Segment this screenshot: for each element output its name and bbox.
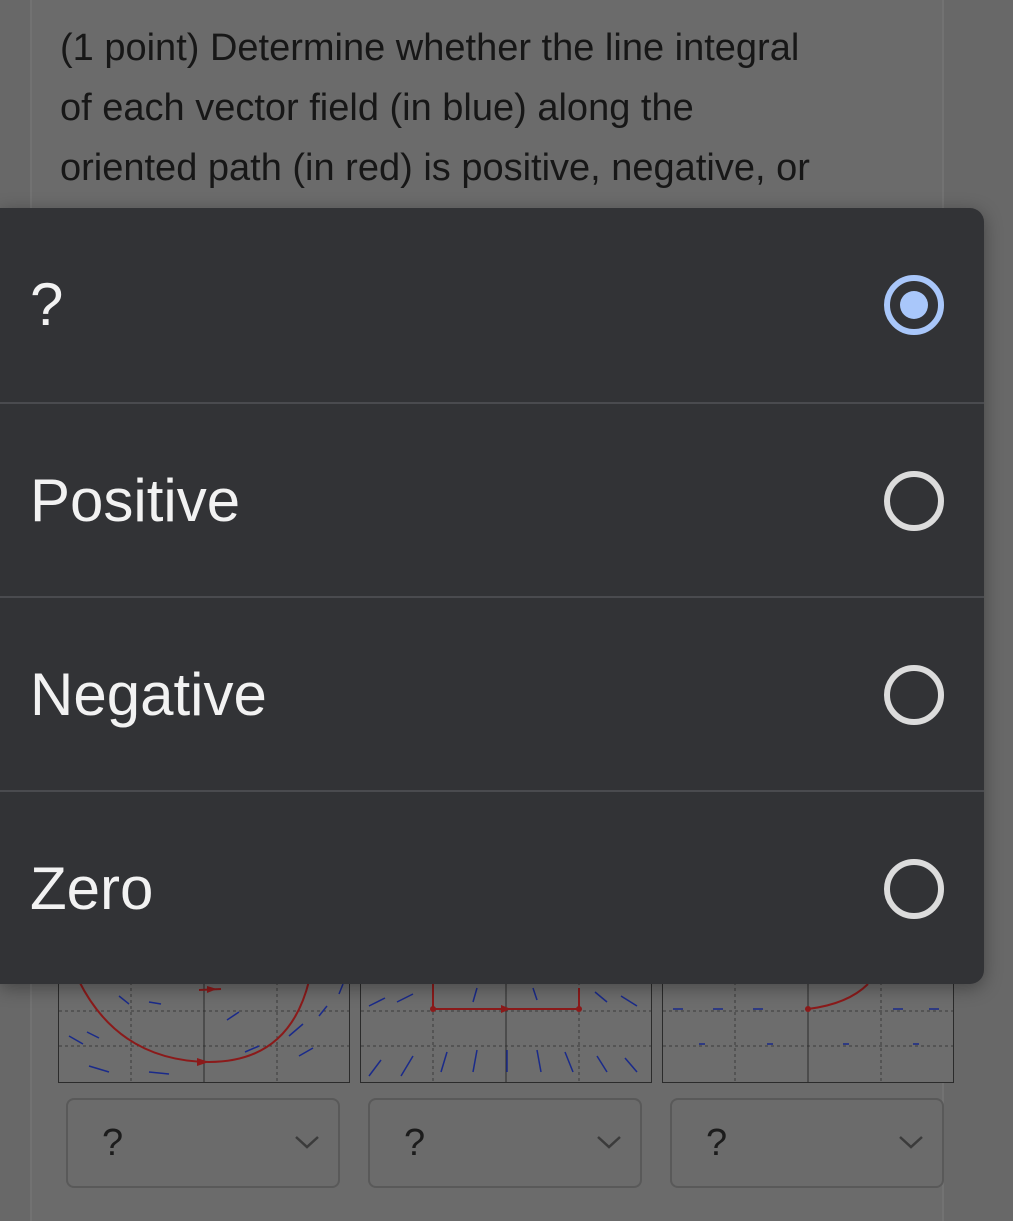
radio-button-icon[interactable] (884, 859, 944, 919)
chevron-down-icon (597, 1136, 621, 1149)
answer-select-2[interactable]: ? (368, 1098, 642, 1188)
option-zero[interactable]: Zero (0, 790, 984, 984)
option-positive[interactable]: Positive (0, 402, 984, 596)
radio-button-icon[interactable] (884, 665, 944, 725)
option-label: ? (30, 271, 64, 338)
vector-field-plot-3 (662, 975, 954, 1083)
option-unselected-placeholder[interactable]: ? (0, 208, 984, 402)
radio-button-icon[interactable] (884, 471, 944, 531)
option-negative[interactable]: Negative (0, 596, 984, 790)
chevron-down-icon (899, 1136, 923, 1149)
vector-field-graph (663, 976, 953, 1082)
vector-field-graph (361, 976, 651, 1082)
select-value: ? (706, 1122, 728, 1164)
dropdown-options-sheet: ? Positive Negative Zero (0, 208, 984, 984)
select-value: ? (404, 1122, 426, 1164)
chevron-down-icon (295, 1136, 319, 1149)
vector-field-graph (59, 976, 349, 1082)
vector-field-plots (58, 975, 954, 1083)
question-line: oriented path (in red) is positive, nega… (60, 147, 810, 189)
radio-button-icon[interactable] (884, 275, 944, 335)
answer-select-1[interactable]: ? (66, 1098, 340, 1188)
option-label: Negative (30, 661, 267, 728)
question-line: (1 point) Determine whether the line int… (60, 27, 800, 69)
question-text: (1 point) Determine whether the line int… (60, 18, 920, 198)
answer-select-3[interactable]: ? (670, 1098, 944, 1188)
option-label: Zero (30, 855, 154, 922)
option-label: Positive (30, 467, 241, 534)
select-value: ? (102, 1122, 124, 1164)
vector-field-plot-1 (58, 975, 350, 1083)
question-line: of each vector field (in blue) along the (60, 87, 694, 129)
vector-field-plot-2 (360, 975, 652, 1083)
